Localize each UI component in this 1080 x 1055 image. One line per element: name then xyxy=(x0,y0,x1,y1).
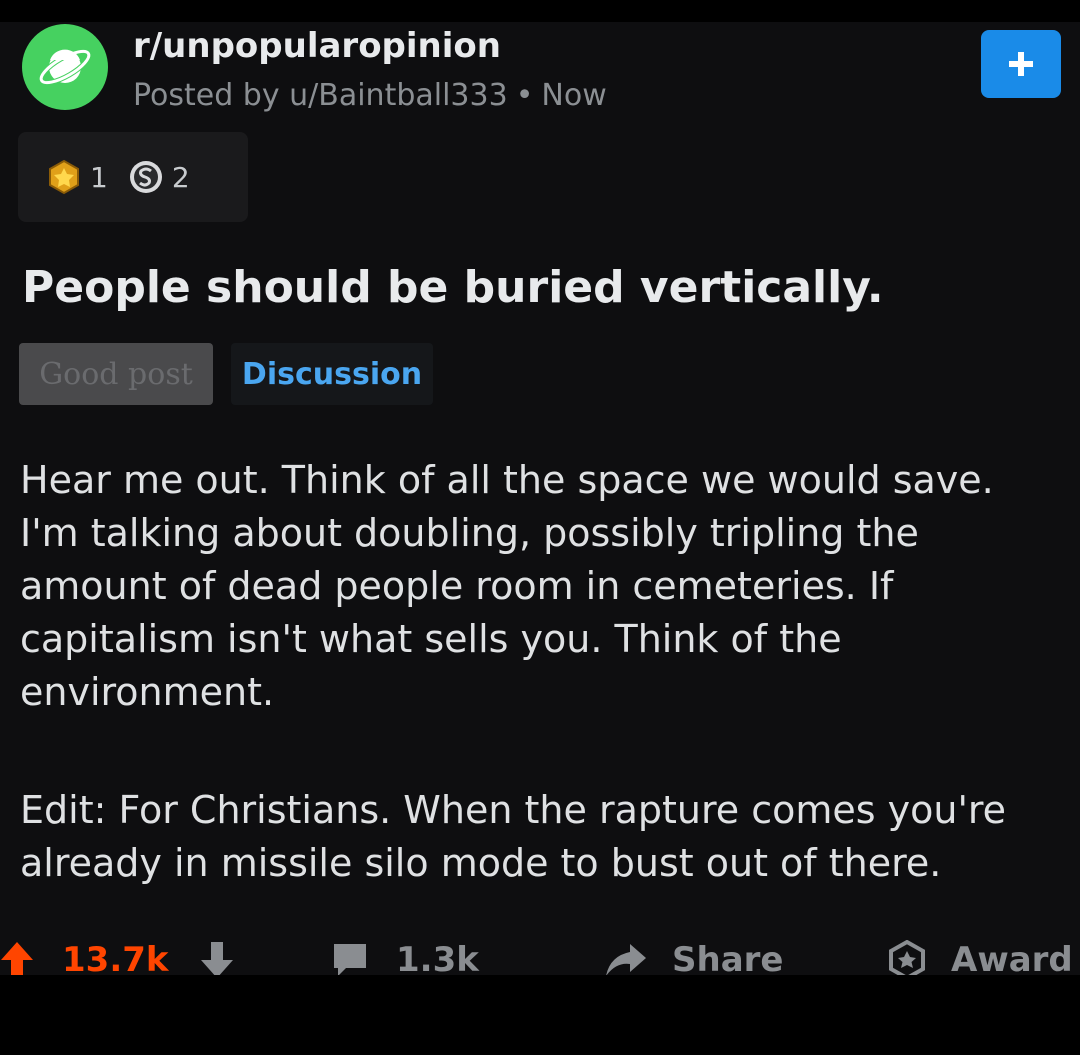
downvote-arrow-icon xyxy=(201,942,233,975)
bottom-bar xyxy=(0,975,1080,1055)
flair-discussion[interactable]: Discussion xyxy=(231,343,433,405)
vote-count: 13.7k xyxy=(62,940,169,975)
action-bar: 13.7k 1.3k Share Award xyxy=(0,930,1080,975)
gold-award-count: 1 xyxy=(90,160,108,194)
post-body-paragraph: Hear me out. Think of all the space we w… xyxy=(20,458,994,714)
upvote-arrow-icon xyxy=(1,942,33,975)
awards-bar[interactable]: 1 2 xyxy=(18,132,248,222)
share-label: Share xyxy=(672,940,784,975)
award-icon xyxy=(889,940,925,975)
downvote-button[interactable] xyxy=(200,930,234,975)
top-bar xyxy=(0,0,1080,22)
subreddit-avatar-icon[interactable] xyxy=(22,24,108,110)
meta-separator: • xyxy=(515,78,534,113)
planet-icon xyxy=(38,48,92,86)
comments-button[interactable]: 1.3k xyxy=(330,930,479,975)
upvote-button[interactable] xyxy=(0,930,34,975)
silver-coin-count: 2 xyxy=(171,160,190,194)
post-card: r/unpopularopinion Posted by u/Baintball… xyxy=(0,22,1080,975)
subreddit-name[interactable]: r/unpopularopinion xyxy=(133,22,501,70)
comment-bubble-icon xyxy=(334,944,366,975)
silver-coin-icon xyxy=(129,161,162,193)
award-button[interactable]: Award xyxy=(887,930,1073,975)
gold-award-icon xyxy=(49,159,79,195)
post-meta: Posted by u/Baintball333 • Now xyxy=(133,74,607,118)
share-button[interactable]: Share xyxy=(604,930,783,975)
flair-good-post[interactable]: Good post xyxy=(19,343,213,405)
post-time: Now xyxy=(541,78,607,113)
award-label: Award xyxy=(951,940,1073,975)
post-title[interactable]: People should be buried vertically. xyxy=(22,258,884,318)
share-arrow-icon xyxy=(606,944,646,975)
comment-count: 1.3k xyxy=(396,940,479,975)
post-body-edit: Edit: For Christians. When the rapture c… xyxy=(20,788,1007,885)
plus-icon xyxy=(1009,52,1033,76)
join-button[interactable] xyxy=(981,30,1061,98)
posted-by[interactable]: Posted by u/Baintball333 xyxy=(133,78,508,113)
